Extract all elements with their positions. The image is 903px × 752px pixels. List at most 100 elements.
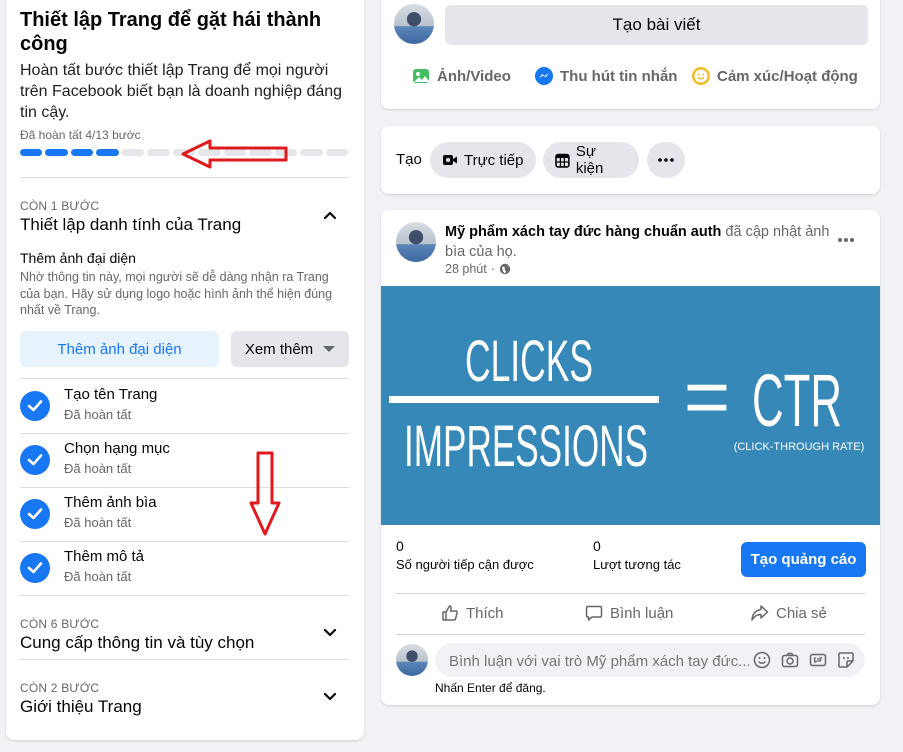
post-time-label: 28 phút bbox=[445, 262, 487, 276]
calendar-icon bbox=[555, 153, 570, 168]
photo-icon bbox=[413, 69, 429, 83]
share-icon bbox=[751, 605, 769, 621]
commenter-avatar[interactable] bbox=[396, 644, 428, 676]
divider bbox=[20, 595, 349, 596]
feeling-activity-action[interactable]: Cảm xúc/Hoạt động bbox=[691, 66, 858, 86]
fraction-bar bbox=[389, 396, 659, 403]
completed-step-item[interactable]: Thêm mô tả Đã hoàn tất bbox=[20, 542, 349, 596]
chevron-down-icon[interactable] bbox=[322, 624, 338, 640]
globe-icon bbox=[499, 263, 511, 275]
banner-result-caption: (CLICK-THROUGH RATE) bbox=[734, 441, 865, 453]
check-icon bbox=[20, 499, 50, 529]
sticker-icon[interactable] bbox=[837, 651, 855, 669]
section-kicker: CÒN 6 BƯỚC bbox=[20, 617, 100, 631]
share-label: Chia sẻ bbox=[776, 604, 827, 622]
divider bbox=[20, 378, 349, 379]
share-button[interactable]: Chia sẻ bbox=[750, 604, 827, 622]
gif-icon[interactable] bbox=[809, 651, 827, 669]
divider bbox=[20, 177, 349, 178]
engagement-value: 0 bbox=[593, 538, 601, 554]
chevron-up-icon[interactable] bbox=[322, 207, 338, 223]
page-avatar[interactable] bbox=[394, 4, 434, 44]
check-icon bbox=[20, 391, 50, 421]
comment-icon bbox=[585, 605, 603, 621]
step-item-status: Đã hoàn tất bbox=[64, 407, 132, 422]
section-title-intro[interactable]: Giới thiệu Trang bbox=[20, 697, 142, 717]
more-options-button[interactable] bbox=[647, 142, 685, 178]
add-profile-photo-button[interactable]: Thêm ảnh đại diện bbox=[20, 331, 219, 367]
chevron-down-icon[interactable] bbox=[322, 688, 338, 704]
feeling-activity-label: Cảm xúc/Hoạt động bbox=[717, 67, 858, 85]
step-item-title: Tạo tên Trang bbox=[64, 386, 158, 403]
completed-step-item[interactable]: Tạo tên Trang Đã hoàn tất bbox=[20, 380, 349, 434]
post-more-options-icon[interactable] bbox=[837, 237, 855, 243]
comment-input[interactable] bbox=[447, 643, 751, 679]
create-bar-card: Tạo Trực tiếp Sự kiện bbox=[381, 126, 880, 194]
go-live-label: Trực tiếp bbox=[464, 151, 524, 169]
like-label: Thích bbox=[466, 604, 504, 622]
section-kicker: CÒN 1 BƯỚC bbox=[20, 199, 100, 213]
progress-segment-incomplete bbox=[147, 149, 170, 156]
boost-ad-button[interactable]: Tạo quảng cáo bbox=[741, 542, 866, 577]
more-horizontal-icon bbox=[658, 158, 674, 162]
see-more-button[interactable]: Xem thêm bbox=[231, 331, 349, 367]
go-live-button[interactable]: Trực tiếp bbox=[430, 142, 536, 178]
get-messages-action[interactable]: Thu hút tin nhắn bbox=[534, 66, 677, 86]
progress-segment-complete bbox=[96, 149, 119, 156]
setup-title: Thiết lập Trang để gặt hái thành công bbox=[20, 9, 322, 55]
banner-result: CTR bbox=[752, 359, 842, 442]
thumbs-up-icon bbox=[442, 605, 458, 621]
event-label: Sự kiện bbox=[575, 143, 604, 177]
comment-label: Bình luận bbox=[610, 604, 674, 622]
annotation-arrow-down bbox=[249, 451, 281, 536]
step-item-status: Đã hoàn tất bbox=[64, 569, 132, 584]
progress-segment-complete bbox=[20, 149, 43, 156]
banner-equals: = bbox=[684, 352, 731, 441]
check-icon bbox=[20, 553, 50, 583]
reach-value: 0 bbox=[396, 538, 404, 554]
emoji-icon[interactable] bbox=[753, 651, 771, 669]
comment-box[interactable] bbox=[435, 643, 865, 679]
comment-tools bbox=[753, 651, 855, 669]
cover-photo-image[interactable]: CLICKS IMPRESSIONS = CTR (CLICK-THROUGH … bbox=[381, 286, 880, 525]
progress-segment-complete bbox=[70, 149, 94, 156]
section-title-info[interactable]: Cung cấp thông tin và tùy chọn bbox=[20, 633, 254, 653]
like-button[interactable]: Thích bbox=[441, 604, 504, 622]
enter-to-post-hint: Nhấn Enter để đăng. bbox=[435, 681, 546, 695]
camera-icon[interactable] bbox=[781, 651, 799, 669]
dot-separator: · bbox=[490, 262, 495, 276]
progress-segment-complete bbox=[45, 149, 68, 156]
progress-segment-incomplete bbox=[325, 149, 349, 156]
completed-step-item[interactable]: Thêm ảnh bìa Đã hoàn tất bbox=[20, 488, 349, 542]
post-author-name[interactable]: Mỹ phẩm xách tay đức hàng chuẩn auth bbox=[445, 224, 721, 240]
page-setup-card: Thiết lập Trang để gặt hái thành công Ho… bbox=[6, 0, 364, 740]
setup-subtitle: Hoàn tất bước thiết lập Trang để mọi ngư… bbox=[20, 62, 343, 121]
event-button[interactable]: Sự kiện bbox=[543, 142, 639, 178]
video-camera-icon bbox=[443, 155, 457, 165]
step-description: Nhờ thông tin này, mọi người sẽ dễ dàng … bbox=[20, 270, 333, 317]
step-item-title: Thêm mô tả bbox=[64, 548, 145, 565]
annotation-arrow-left bbox=[181, 139, 288, 169]
step-item-status: Đã hoàn tất bbox=[64, 515, 132, 530]
messenger-icon bbox=[535, 67, 553, 85]
progress-segment-incomplete bbox=[300, 149, 323, 156]
completed-step-item[interactable]: Chọn hạng mục Đã hoàn tất bbox=[20, 434, 349, 488]
banner-denominator: IMPRESSIONS bbox=[404, 414, 648, 479]
reach-label: Số người tiếp cận được bbox=[396, 557, 534, 572]
check-icon bbox=[20, 445, 50, 475]
post-timestamp[interactable]: 28 phút · bbox=[445, 262, 511, 276]
create-label: Tạo bbox=[396, 151, 422, 168]
photo-video-action[interactable]: Ảnh/Video bbox=[411, 66, 511, 86]
step-item-title: Thêm ảnh bìa bbox=[64, 494, 157, 511]
post-author-avatar[interactable] bbox=[396, 222, 436, 262]
comment-button[interactable]: Bình luận bbox=[585, 604, 673, 622]
smiley-icon bbox=[692, 67, 710, 85]
section-title-identity[interactable]: Thiết lập danh tính của Trang bbox=[20, 215, 241, 235]
divider bbox=[396, 634, 865, 635]
get-messages-label: Thu hút tin nhắn bbox=[560, 67, 678, 85]
step-title: Thêm ảnh đại diện bbox=[20, 250, 136, 266]
create-post-button[interactable]: Tạo bài viết bbox=[445, 5, 868, 45]
caret-down-icon bbox=[323, 346, 336, 352]
progress-label: Đã hoàn tất 4/13 bước bbox=[20, 128, 141, 142]
step-item-status: Đã hoàn tất bbox=[64, 461, 132, 476]
